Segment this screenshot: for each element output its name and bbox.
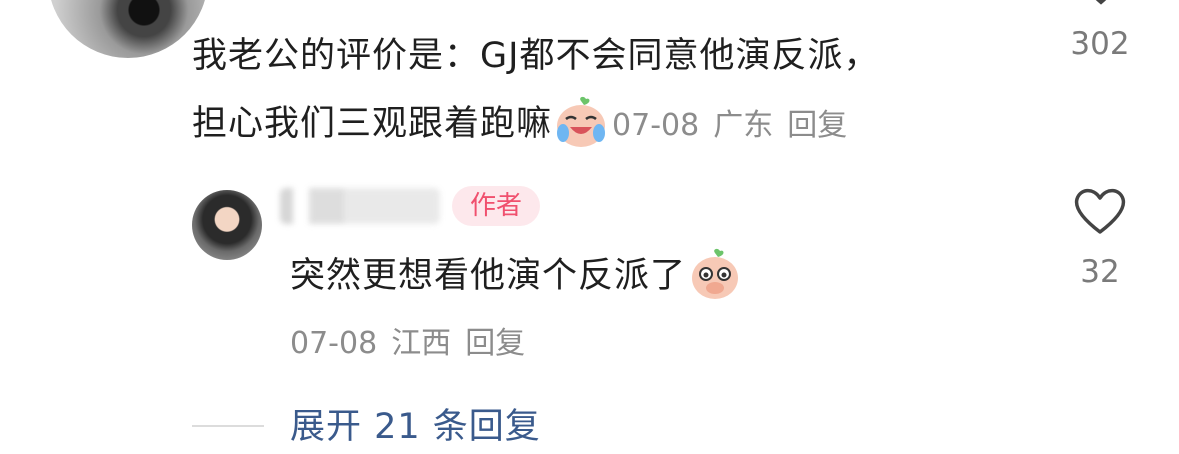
like-count: 302 xyxy=(1070,26,1130,62)
crying-laughing-emoji-icon xyxy=(554,95,608,149)
comment-meta: 07-08 广东 回复 xyxy=(612,108,847,143)
comment-date: 07-08 xyxy=(612,108,700,143)
heart-icon[interactable] xyxy=(1073,186,1127,236)
reply-body: 突然更想看他演个反派了 xyxy=(290,246,746,307)
expand-replies-button[interactable]: 展开 21 条回复 xyxy=(290,402,541,452)
comment-text-line-1: 我老公的评价是：GJ都不会同意他演反派， xyxy=(192,36,880,76)
reply-author-name-redacted[interactable] xyxy=(280,188,440,224)
comment-body: 我老公的评价是：GJ都不会同意他演反派， 担心我们三观跟着跑嘛 07-08 广东回… xyxy=(192,22,1012,160)
reply-meta: 07-08 江西 回复 xyxy=(290,322,525,366)
shy-peach-emoji-icon xyxy=(688,247,742,301)
commenter-avatar[interactable] xyxy=(48,0,208,58)
reply-date: 07-08 xyxy=(290,326,378,361)
reply-author-avatar[interactable] xyxy=(192,190,262,260)
reply-like-count: 32 xyxy=(1080,254,1120,290)
divider xyxy=(192,425,264,427)
comment-reply-button[interactable]: 回复 xyxy=(787,108,847,143)
comment-location: 广东 xyxy=(713,108,774,143)
comment-text-line-2: 担心我们三观跟着跑嘛 xyxy=(192,104,553,144)
author-badge: 作者 xyxy=(452,186,541,226)
reply-reply-button[interactable]: 回复 xyxy=(465,326,525,361)
reply-location: 江西 xyxy=(391,326,452,361)
reply-text: 突然更想看他演个反派了 xyxy=(290,256,687,296)
heart-icon[interactable] xyxy=(1076,0,1126,10)
